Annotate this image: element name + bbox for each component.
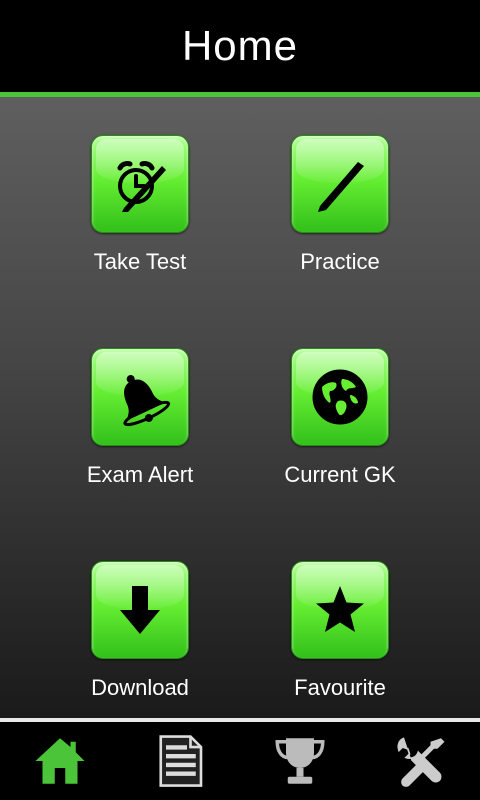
exam-alert-tile[interactable]: Exam Alert: [40, 348, 240, 548]
nav-trophy[interactable]: [240, 722, 360, 800]
home-icon: [35, 738, 85, 784]
nav-home[interactable]: [0, 722, 120, 800]
bottom-nav: [0, 722, 480, 800]
take-test-tile[interactable]: Take Test: [40, 135, 240, 335]
favourite-label: Favourite: [294, 675, 386, 700]
alarm-clock-pencil-icon: [117, 161, 166, 212]
exam-alert-button[interactable]: [91, 348, 189, 446]
practice-label: Practice: [300, 249, 380, 274]
current-gk-label: Current GK: [284, 462, 396, 487]
home-grid: Take Test Practice Exam Alert Current GK…: [0, 97, 480, 718]
favourite-button[interactable]: [291, 561, 389, 659]
current-gk-tile[interactable]: Current GK: [240, 348, 440, 548]
globe-icon: [312, 369, 368, 425]
take-test-label: Take Test: [93, 249, 187, 274]
star-icon: [316, 586, 364, 632]
exam-alert-label: Exam Alert: [86, 462, 194, 487]
download-arrow-icon: [120, 586, 160, 634]
download-label: Download: [91, 675, 189, 700]
current-gk-button[interactable]: [291, 348, 389, 446]
take-test-button[interactable]: [91, 135, 189, 233]
nav-tools[interactable]: [360, 722, 480, 800]
download-button[interactable]: [91, 561, 189, 659]
pencil-icon: [318, 162, 364, 212]
document-icon: [159, 735, 203, 787]
tools-icon: [397, 737, 445, 787]
bell-icon: [123, 375, 171, 427]
practice-button[interactable]: [291, 135, 389, 233]
title-bar: Home: [0, 0, 480, 92]
nav-documents[interactable]: [120, 722, 240, 800]
trophy-icon: [275, 738, 325, 784]
app-root: Home Take Test Practice Exam Alert Curre…: [0, 0, 480, 800]
page-title: Home: [181, 22, 299, 69]
practice-tile[interactable]: Practice: [240, 135, 440, 335]
